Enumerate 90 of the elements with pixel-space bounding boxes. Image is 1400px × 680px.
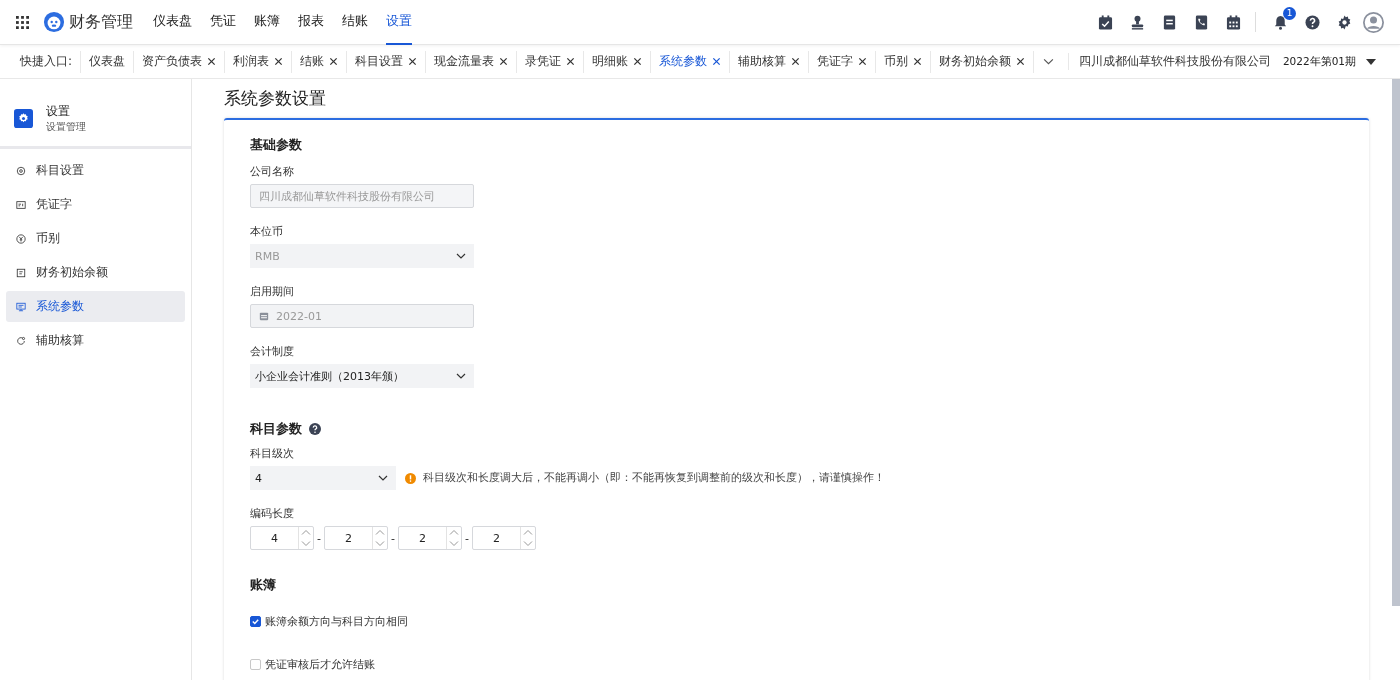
calendar-icon[interactable] [1226,14,1241,30]
quick-tab[interactable]: 凭证字 [808,50,876,73]
sidebar-item[interactable]: 凭证字 [6,189,185,220]
page-title: 系统参数设置 [224,87,327,110]
field-label: 会计制度 [250,344,295,359]
ledger-icon [16,267,26,278]
quick-tab[interactable]: 录凭证 [516,50,584,73]
select-field[interactable]: 4 [250,466,396,490]
help-icon[interactable] [1305,14,1320,30]
close-icon[interactable] [207,57,217,66]
quick-tab[interactable]: 资产负债表 [133,50,225,73]
select-field[interactable]: 小企业会计准则（2013年颁） [250,364,474,388]
help-icon[interactable] [309,423,321,435]
nav-tab[interactable]: 账簿 [254,0,280,45]
avatar-icon[interactable] [1363,11,1384,33]
scrollbar-thumb[interactable] [1392,79,1400,606]
sidebar-title: 设置 [46,103,71,120]
checkbox-label: 账簿余额方向与科目方向相同 [265,614,408,629]
monkey-logo-icon [43,11,65,33]
card-icon [16,199,26,210]
quick-tab[interactable]: 仪表盘 [80,50,134,73]
chevron-down-icon [456,253,466,259]
nav-tab[interactable]: 凭证 [210,0,236,45]
phone-book-icon[interactable] [1194,14,1209,30]
close-icon[interactable] [633,57,643,66]
calendar-icon [259,311,269,321]
quick-tab[interactable]: 结账 [291,50,347,73]
app-title: 财务管理 [69,11,133,33]
close-icon[interactable] [913,57,923,66]
monitor-icon [16,301,26,312]
quick-tab[interactable]: 辅助核算 [729,50,809,73]
sidebar-item[interactable]: 科目设置 [6,155,185,186]
section-title: 科目参数 [250,420,302,438]
separator-dash: - [464,531,469,545]
close-icon[interactable] [329,57,339,66]
warning-icon [405,472,416,484]
section-title: 账簿 [250,576,277,594]
nav-tab[interactable]: 设置 [386,0,412,45]
stamp-icon[interactable] [1130,14,1145,30]
close-icon[interactable] [712,57,722,66]
bell-icon[interactable] [1273,14,1288,30]
refresh-icon [16,335,26,346]
close-icon[interactable] [858,57,868,66]
coin-icon [16,233,26,244]
sidebar-item[interactable]: 币别 [6,223,185,254]
checkbox[interactable] [250,616,261,627]
notification-badge: 1 [1283,6,1296,20]
chevron-down-icon[interactable] [1043,58,1055,65]
company-name: 四川成都仙草软件科技股份有限公司 [1067,53,1271,70]
quick-tab[interactable]: 财务初始余额 [930,50,1034,73]
settings-icon [14,109,33,128]
field-label: 编码长度 [250,506,295,521]
sidebar-item[interactable]: 系统参数 [6,291,185,322]
section-title: 基础参数 [250,136,303,154]
nav-tab[interactable]: 仪表盘 [153,0,192,45]
close-icon[interactable] [408,57,418,66]
sidebar-subtitle: 设置管理 [46,120,86,134]
quick-tab[interactable]: 利润表 [224,50,292,73]
document-icon[interactable] [1162,14,1177,30]
gear-icon [16,165,26,176]
quick-tab[interactable]: 系统参数 [650,50,730,73]
chevron-down-icon [456,373,466,379]
warning-text: 科目级次和长度调大后，不能再调小（即：不能再恢复到调整前的级次和长度），请谨慎操作！ [423,471,885,485]
quick-tab[interactable]: 明细账 [583,50,651,73]
sidebar-item[interactable]: 辅助核算 [6,325,185,356]
separator-dash: - [317,531,321,545]
period-selector[interactable]: 2022年第01期 [1282,54,1356,69]
quick-entry-label: 快捷入口: [20,53,74,70]
separator-dash: - [391,531,395,545]
checkbox-label: 凭证审核后才允许结账 [265,657,375,672]
close-icon[interactable] [274,57,284,66]
sidebar-item[interactable]: 财务初始余额 [6,257,185,288]
dropdown-triangle-icon[interactable] [1366,58,1376,65]
close-icon[interactable] [499,57,509,66]
field-label: 启用期间 [250,284,295,299]
quick-tab[interactable]: 现金流量表 [425,50,517,73]
nav-tab[interactable]: 报表 [298,0,324,45]
field-label: 本位币 [250,224,284,239]
field-label: 科目级次 [250,446,295,461]
nav-tab[interactable]: 结账 [342,0,368,45]
close-icon[interactable] [566,57,576,66]
close-icon[interactable] [1016,57,1026,66]
field-label: 公司名称 [250,164,295,179]
settings-icon[interactable] [1337,14,1352,30]
calendar-check-icon[interactable] [1098,14,1113,30]
quick-tab[interactable]: 科目设置 [346,50,426,73]
chevron-down-icon [378,475,388,481]
close-icon[interactable] [791,57,801,66]
quick-tab[interactable]: 币别 [875,50,931,73]
app-grid-icon[interactable] [16,15,29,29]
